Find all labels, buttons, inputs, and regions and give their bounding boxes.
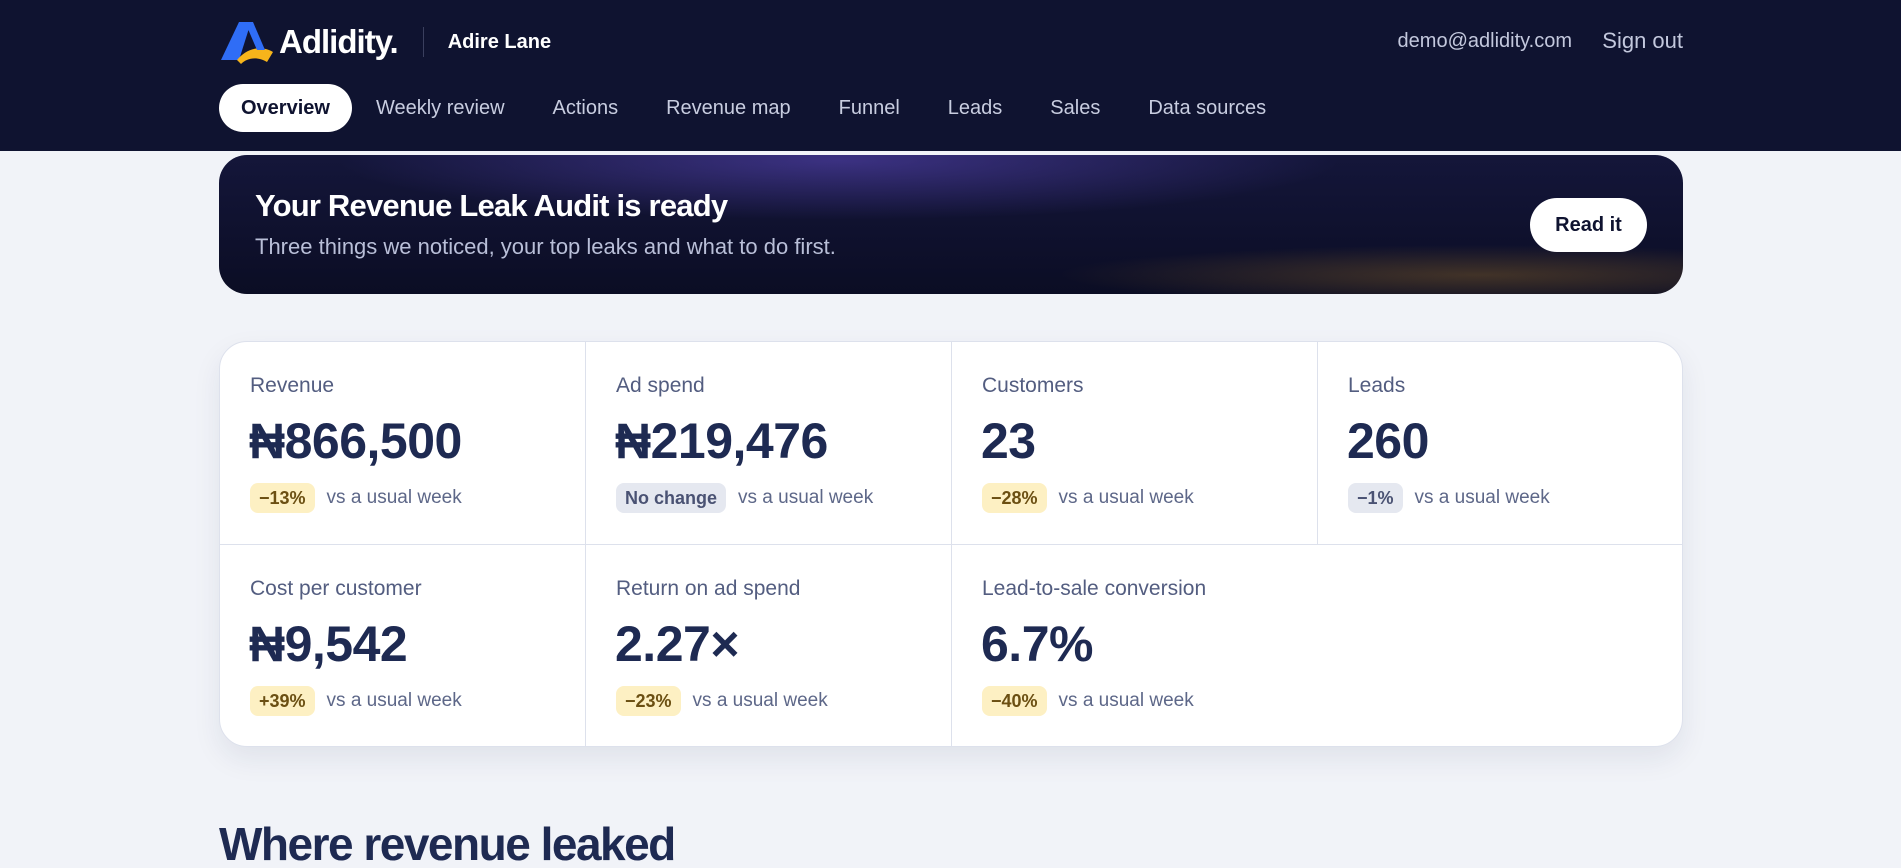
nav-tab-actions[interactable]: Actions [529,84,643,132]
metric-card-cost-per-customer: Cost per customer ₦9,542 +39% vs a usual… [220,545,586,746]
metric-label: Return on ad spend [616,577,801,600]
audit-banner: Your Revenue Leak Audit is ready Three t… [219,155,1683,294]
main-nav: Overview Weekly review Actions Revenue m… [219,84,1290,132]
metric-value: 2.27× [615,616,740,672]
change-badge: +39% [250,686,315,716]
brand-name: Adlidity. [279,23,399,60]
metric-label: Leads [1348,374,1406,397]
brand-divider [422,27,424,57]
workspace-name: Adire Lane [447,30,552,53]
metric-change: −40% vs a usual week [982,686,1194,716]
metric-card-leads: Leads 260 −1% vs a usual week [1318,342,1682,545]
metric-label: Customers [982,374,1084,397]
metric-value: 260 [1347,413,1429,469]
nav-tab-funnel[interactable]: Funnel [815,84,924,132]
comparison-text: vs a usual week [1414,487,1550,508]
metrics-grid: Revenue ₦866,500 −13% vs a usual week Ad… [219,341,1683,747]
comparison-text: vs a usual week [692,690,828,711]
change-badge: −1% [1348,483,1403,513]
metric-card-ad-spend: Ad spend ₦219,476 No change vs a usual w… [586,342,952,545]
change-badge: −23% [616,686,681,716]
sign-out-link[interactable]: Sign out [1602,28,1683,54]
top-header: Adlidity. Adire Lane demo@adlidity.com S… [0,0,1901,151]
nav-tab-revenue-map[interactable]: Revenue map [642,84,815,132]
metric-value: ₦866,500 [249,413,462,469]
banner-subtitle: Three things we noticed, your top leaks … [255,234,836,259]
metric-card-return-on-ad-spend: Return on ad spend 2.27× −23% vs a usual… [586,545,952,746]
metric-change: No change vs a usual week [616,483,873,513]
nav-tab-leads[interactable]: Leads [924,84,1027,132]
metric-change: +39% vs a usual week [250,686,462,716]
change-badge: No change [616,483,727,513]
nav-tab-overview[interactable]: Overview [219,84,352,132]
metric-label: Cost per customer [250,577,422,600]
metric-label: Ad spend [616,374,705,397]
metric-card-customers: Customers 23 −28% vs a usual week [952,342,1318,545]
metric-card-lead-to-sale-conversion: Lead-to-sale conversion 6.7% −40% vs a u… [952,545,1682,746]
metric-change: −28% vs a usual week [982,483,1194,513]
metric-value: 6.7% [981,616,1093,672]
change-badge: −40% [982,686,1047,716]
adlidity-logo-icon [221,22,273,64]
nav-tab-weekly-review[interactable]: Weekly review [352,84,529,132]
read-audit-button[interactable]: Read it [1530,198,1647,252]
user-email: demo@adlidity.com [1397,30,1572,52]
nav-tab-sales[interactable]: Sales [1026,84,1124,132]
banner-title: Your Revenue Leak Audit is ready [255,188,728,223]
comparison-text: vs a usual week [1058,690,1194,711]
metric-label: Lead-to-sale conversion [982,577,1207,600]
comparison-text: vs a usual week [1058,487,1194,508]
metric-value: ₦219,476 [615,413,828,469]
comparison-text: vs a usual week [326,487,462,508]
metric-value: ₦9,542 [249,616,408,672]
brand[interactable]: Adlidity. Adire Lane [219,20,551,64]
change-badge: −28% [982,483,1047,513]
metric-change: −23% vs a usual week [616,686,828,716]
section-title-revenue-leaks: Where revenue leaked [219,818,676,868]
comparison-text: vs a usual week [738,487,874,508]
metric-label: Revenue [250,374,335,397]
metric-value: 23 [981,413,1036,469]
metric-card-revenue: Revenue ₦866,500 −13% vs a usual week [220,342,586,545]
nav-tab-data-sources[interactable]: Data sources [1124,84,1290,132]
change-badge: −13% [250,483,315,513]
metric-change: −13% vs a usual week [250,483,462,513]
metric-change: −1% vs a usual week [1348,483,1550,513]
comparison-text: vs a usual week [326,690,462,711]
